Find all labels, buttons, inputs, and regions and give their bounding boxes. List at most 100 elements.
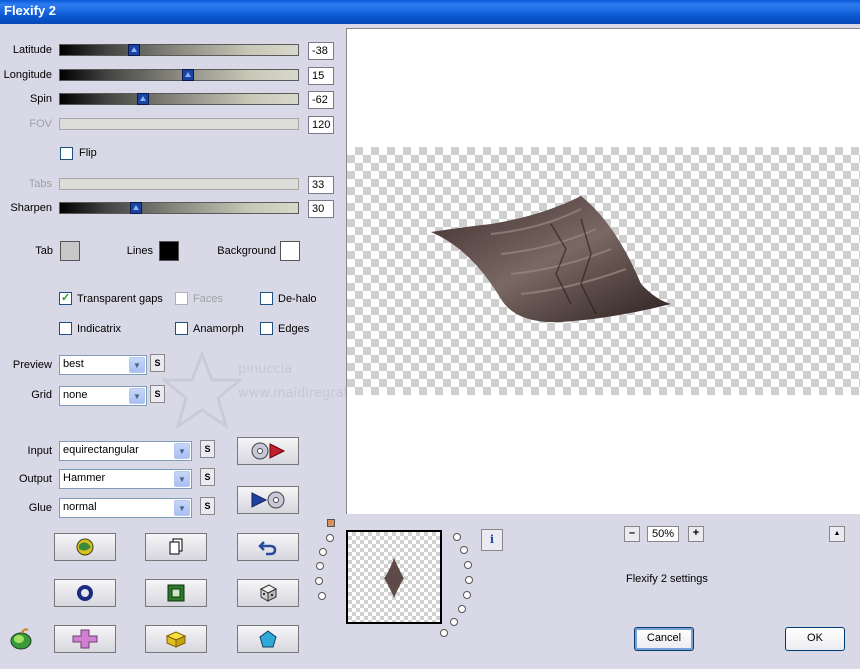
output-s-button[interactable]: S: [200, 468, 215, 486]
lines-color-swatch[interactable]: [159, 241, 179, 261]
output-select[interactable]: Hammer ▼: [59, 469, 192, 489]
navigator-dial-dot[interactable]: [462, 590, 471, 599]
lines-color-label: Lines: [126, 245, 153, 257]
watermark: pinuccia www.maidiregrafica.eu: [159, 349, 387, 433]
watermark-text-1: pinuccia: [238, 362, 293, 377]
zoom-in-button[interactable]: +: [688, 526, 704, 542]
preview-select[interactable]: best ▼: [59, 355, 147, 375]
chevron-down-icon: ▼: [174, 471, 190, 487]
navigator-dial-dot[interactable]: [317, 592, 326, 601]
output-label: Output: [18, 473, 52, 485]
de-halo-checkbox[interactable]: [260, 292, 273, 305]
flip-checkbox[interactable]: [60, 147, 73, 160]
input-s-button[interactable]: S: [200, 440, 215, 458]
longitude-slider-thumb[interactable]: [182, 69, 194, 81]
pentagon-icon: [259, 630, 277, 648]
collapse-up-button[interactable]: ▲: [829, 526, 845, 542]
thumbnail-navigator[interactable]: [346, 530, 442, 624]
zoom-out-button[interactable]: –: [624, 526, 640, 542]
pentagon-button[interactable]: [237, 625, 299, 653]
preview-select-value: best: [63, 358, 84, 370]
fov-value: 120: [308, 116, 334, 134]
preview-s-button[interactable]: S: [150, 354, 165, 372]
tabs-label: Tabs: [28, 178, 52, 190]
copy-button[interactable]: [145, 533, 207, 561]
ring-icon: [77, 585, 93, 601]
window-title: Flexify 2: [4, 3, 57, 18]
input-select[interactable]: equirectangular ▼: [59, 441, 192, 461]
transparent-gaps-label: Transparent gaps: [77, 293, 163, 305]
ok-button[interactable]: OK: [785, 627, 845, 651]
transparent-gaps-checkbox[interactable]: ✓: [59, 292, 72, 305]
navigator-dial-dot[interactable]: [439, 629, 448, 638]
grid-select[interactable]: none ▼: [59, 386, 147, 406]
tab-color-swatch[interactable]: [60, 241, 80, 261]
navigator-dial-dot[interactable]: [463, 560, 472, 569]
edges-label: Edges: [278, 323, 310, 335]
info-button[interactable]: i: [481, 529, 503, 551]
latitude-value[interactable]: -38: [308, 42, 334, 60]
glue-select[interactable]: normal ▼: [59, 498, 192, 518]
output-select-value: Hammer: [63, 472, 106, 484]
ring-button[interactable]: [54, 579, 116, 607]
navigator-dial-dot[interactable]: [464, 575, 473, 584]
glue-label: Glue: [28, 502, 52, 514]
undo-arrow-icon: [258, 541, 277, 556]
cube-button[interactable]: [145, 625, 207, 653]
random-dice-button[interactable]: [237, 579, 299, 607]
navigator-dial-dot[interactable]: [453, 532, 462, 541]
square-frame-button[interactable]: [145, 579, 207, 607]
spin-value[interactable]: -62: [308, 91, 334, 109]
latitude-slider[interactable]: [59, 44, 299, 56]
load-preset-button[interactable]: [237, 437, 299, 465]
navigator-dial-dot[interactable]: [449, 618, 458, 627]
undo-button[interactable]: [237, 533, 299, 561]
thumbnail-shape: [384, 558, 404, 598]
navigator-dial-dot[interactable]: [460, 546, 469, 555]
edges-checkbox[interactable]: [260, 322, 273, 335]
anamorph-checkbox[interactable]: [175, 322, 188, 335]
cross-button[interactable]: [54, 625, 116, 653]
navigator-dial-dot[interactable]: [315, 577, 324, 586]
check-mark-icon: ✓: [61, 292, 71, 304]
spin-label: Spin: [29, 93, 52, 105]
sharpen-value[interactable]: 30: [308, 200, 334, 218]
de-halo-label: De-halo: [278, 293, 317, 305]
indicatrix-checkbox[interactable]: [59, 322, 72, 335]
glue-s-button[interactable]: S: [200, 497, 215, 515]
grid-s-button[interactable]: S: [150, 385, 165, 403]
spin-slider-thumb[interactable]: [137, 93, 149, 105]
input-select-value: equirectangular: [63, 444, 139, 456]
cube-icon: [165, 631, 187, 648]
dice-icon: [259, 584, 278, 602]
longitude-slider[interactable]: [59, 69, 299, 81]
cancel-button[interactable]: Cancel: [634, 627, 694, 651]
globe-icon: [76, 538, 94, 556]
sharpen-slider[interactable]: [59, 202, 299, 214]
sharpen-slider-thumb[interactable]: [130, 202, 142, 214]
longitude-label: Longitude: [3, 69, 52, 81]
dialog-body: Latitude -38 Longitude 15 Spin -62 FOV 1…: [0, 24, 860, 669]
flexify-logo-icon: [10, 628, 32, 650]
navigator-dial-dot[interactable]: [457, 605, 466, 614]
navigator-dial-dot[interactable]: [319, 547, 328, 556]
longitude-value[interactable]: 15: [308, 67, 334, 85]
navigator-dial-dot[interactable]: [315, 562, 324, 571]
glue-select-value: normal: [63, 501, 97, 513]
spin-slider[interactable]: [59, 93, 299, 105]
tabs-slider: [59, 178, 299, 190]
latitude-slider-thumb[interactable]: [128, 44, 140, 56]
grid-label: Grid: [31, 389, 52, 401]
preview-canvas[interactable]: [346, 28, 860, 514]
square-frame-icon: [167, 584, 185, 602]
disc-save-icon: [251, 491, 285, 509]
randomize-globe-button[interactable]: [54, 533, 116, 561]
background-color-swatch[interactable]: [280, 241, 300, 261]
faces-label: Faces: [193, 293, 223, 305]
disc-load-icon: [251, 442, 286, 460]
navigator-dial-dot[interactable]: [325, 533, 334, 542]
grid-select-value: none: [63, 389, 88, 401]
navigator-handle[interactable]: [327, 519, 335, 527]
save-preset-button[interactable]: [237, 486, 299, 514]
chevron-down-icon: ▼: [129, 388, 145, 404]
